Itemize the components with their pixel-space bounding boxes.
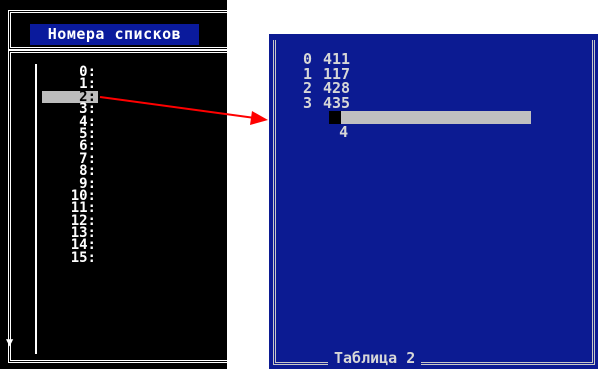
row-value: 435 [323,93,351,112]
list-divider [35,64,37,354]
row-index: 4 [339,122,349,141]
table-caption: Таблица 2 [328,350,422,366]
table-rows: 0 411 1 117 2 428 3 435 4 [303,52,531,139]
row-index: 3 [303,93,313,112]
text-cursor [329,111,341,124]
list-numbers-title: Номера списков [30,24,199,45]
list-item[interactable]: 15: [56,251,98,265]
table-row[interactable]: 3 435 [303,93,359,112]
scroll-down-icon[interactable]: ▼ [6,336,13,348]
table-row-edit[interactable]: 4 [303,110,531,139]
value-input[interactable] [329,111,531,124]
list-numbers: 0: 1: 2: 3: 4: 5: 6: 7: 8: 9: 10: 11: 12: 13: 14: 15: [42,65,98,265]
